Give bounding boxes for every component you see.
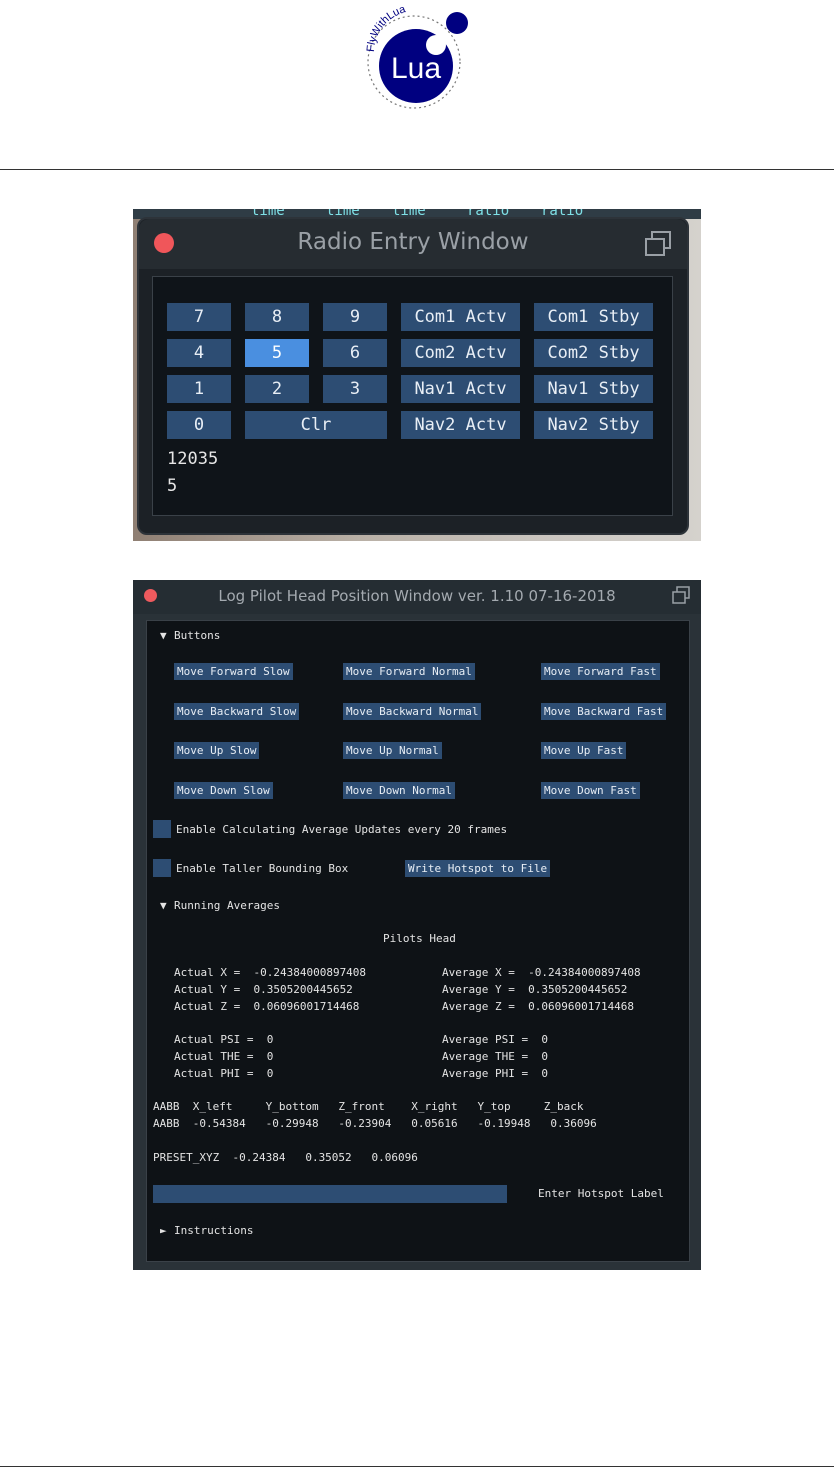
nav2-actv-button[interactable]: Nav2 Actv bbox=[401, 411, 520, 439]
running-averages-header[interactable]: Running Averages bbox=[174, 899, 280, 912]
key-1[interactable]: 1 bbox=[167, 375, 231, 403]
key-7[interactable]: 7 bbox=[167, 303, 231, 331]
com2-stby-button[interactable]: Com2 Stby bbox=[534, 339, 653, 367]
average-y: Average Y = 0.3505200445652 bbox=[442, 983, 628, 996]
radio-entry-window: Radio Entry Window 7 8 9 4 5 6 1 2 3 0 C… bbox=[137, 217, 689, 535]
actual-z: Actual Z = 0.06096001714468 bbox=[174, 1000, 360, 1013]
radio-body: 7 8 9 4 5 6 1 2 3 0 Clr Com1 Actv Com1 S… bbox=[152, 276, 673, 516]
key-4[interactable]: 4 bbox=[167, 339, 231, 367]
key-2[interactable]: 2 bbox=[245, 375, 309, 403]
title-bar[interactable]: Log Pilot Head Position Window ver. 1.10… bbox=[133, 580, 701, 614]
move-backward-fast-button[interactable]: Move Backward Fast bbox=[541, 703, 667, 720]
average-x: Average X = -0.24384000897408 bbox=[442, 966, 641, 979]
title-bar[interactable]: Radio Entry Window bbox=[139, 219, 687, 269]
actual-the: Actual THE = 0 bbox=[174, 1050, 274, 1063]
move-down-slow-button[interactable]: Move Down Slow bbox=[174, 782, 273, 799]
logo-text: Lua bbox=[391, 52, 441, 85]
key-6[interactable]: 6 bbox=[323, 339, 387, 367]
move-forward-slow-button[interactable]: Move Forward Slow bbox=[174, 663, 293, 680]
nav1-actv-button[interactable]: Nav1 Actv bbox=[401, 375, 520, 403]
average-psi: Average PSI = 0 bbox=[442, 1033, 548, 1046]
flywithlua-logo: Lua FlyWithLua bbox=[365, 4, 468, 109]
key-5[interactable]: 5 bbox=[245, 339, 309, 367]
actual-psi: Actual PSI = 0 bbox=[174, 1033, 274, 1046]
com2-actv-button[interactable]: Com2 Actv bbox=[401, 339, 520, 367]
move-forward-fast-button[interactable]: Move Forward Fast bbox=[541, 663, 660, 680]
average-the: Average THE = 0 bbox=[442, 1050, 548, 1063]
write-hotspot-button[interactable]: Write Hotspot to File bbox=[405, 860, 551, 877]
move-down-normal-button[interactable]: Move Down Normal bbox=[343, 782, 455, 799]
com1-actv-button[interactable]: Com1 Actv bbox=[401, 303, 520, 331]
enable-averages-label: Enable Calculating Average Updates every… bbox=[176, 823, 508, 836]
actual-x: Actual X = -0.24384000897408 bbox=[174, 966, 367, 979]
hotspot-label-input[interactable] bbox=[153, 1185, 507, 1203]
enable-taller-label: Enable Taller Bounding Box bbox=[176, 862, 349, 875]
expanded-arrow-icon[interactable]: ▼ bbox=[160, 629, 167, 642]
popout-icon[interactable] bbox=[644, 231, 672, 257]
actual-phi: Actual PHI = 0 bbox=[174, 1067, 274, 1080]
key-8[interactable]: 8 bbox=[245, 303, 309, 331]
buttons-header[interactable]: Buttons bbox=[174, 629, 220, 642]
key-0[interactable]: 0 bbox=[167, 411, 231, 439]
enable-taller-checkbox[interactable] bbox=[153, 859, 171, 877]
radio-screenshot: time time time ratio ratio Radio Entry W… bbox=[133, 209, 701, 541]
move-backward-slow-button[interactable]: Move Backward Slow bbox=[174, 703, 300, 720]
preset-xyz: PRESET_XYZ -0.24384 0.35052 0.06096 bbox=[153, 1151, 418, 1164]
average-phi: Average PHI = 0 bbox=[442, 1067, 548, 1080]
nav1-stby-button[interactable]: Nav1 Stby bbox=[534, 375, 653, 403]
bottom-divider bbox=[0, 1466, 834, 1467]
com1-stby-button[interactable]: Com1 Stby bbox=[534, 303, 653, 331]
instructions-header[interactable]: Instructions bbox=[174, 1224, 253, 1237]
hotspot-label: Enter Hotspot Label bbox=[538, 1187, 664, 1200]
window-title: Radio Entry Window bbox=[297, 229, 529, 255]
key-9[interactable]: 9 bbox=[323, 303, 387, 331]
key-3[interactable]: 3 bbox=[323, 375, 387, 403]
move-up-normal-button[interactable]: Move Up Normal bbox=[343, 742, 442, 759]
entry-value: 12035 bbox=[167, 449, 219, 469]
actual-y: Actual Y = 0.3505200445652 bbox=[174, 983, 353, 996]
move-up-slow-button[interactable]: Move Up Slow bbox=[174, 742, 260, 759]
move-backward-normal-button[interactable]: Move Backward Normal bbox=[343, 703, 482, 720]
pilots-head-label: Pilots Head bbox=[383, 932, 456, 945]
window-title: Log Pilot Head Position Window ver. 1.10… bbox=[218, 587, 616, 605]
expanded-arrow-icon[interactable]: ▼ bbox=[160, 899, 167, 912]
last-key: 5 bbox=[167, 476, 178, 496]
nav2-stby-button[interactable]: Nav2 Stby bbox=[534, 411, 653, 439]
log-pilot-head-window: Log Pilot Head Position Window ver. 1.10… bbox=[133, 580, 701, 1270]
clear-button[interactable]: Clr bbox=[245, 411, 387, 439]
move-up-fast-button[interactable]: Move Up Fast bbox=[541, 742, 627, 759]
log-body: ▼ Buttons Move Forward Slow Move Forward… bbox=[146, 620, 690, 1262]
average-z: Average Z = 0.06096001714468 bbox=[442, 1000, 635, 1013]
popout-icon[interactable] bbox=[671, 586, 691, 606]
aabb-values: AABB -0.54384 -0.29948 -0.23904 0.05616 … bbox=[153, 1117, 597, 1130]
move-forward-normal-button[interactable]: Move Forward Normal bbox=[343, 663, 475, 680]
enable-averages-checkbox[interactable] bbox=[153, 820, 171, 838]
move-down-fast-button[interactable]: Move Down Fast bbox=[541, 782, 640, 799]
top-divider bbox=[0, 169, 834, 170]
collapsed-arrow-icon[interactable]: ► bbox=[160, 1224, 167, 1237]
aabb-header: AABB X_left Y_bottom Z_front X_right Y_t… bbox=[153, 1100, 584, 1113]
